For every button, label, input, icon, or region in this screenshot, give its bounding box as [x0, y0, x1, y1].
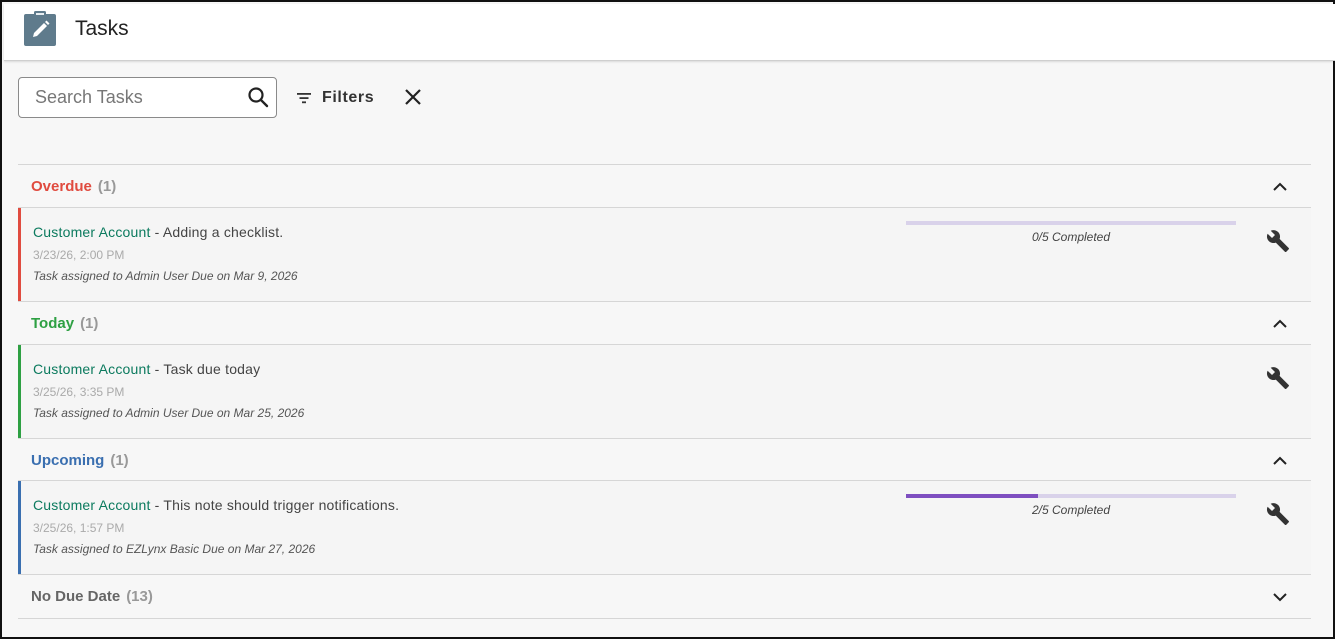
status-bar — [18, 481, 21, 574]
close-icon[interactable] — [402, 86, 424, 108]
section-label: No Due Date — [31, 587, 121, 605]
app-window: Tasks Filters Overdue (1) Customer Accou… — [0, 0, 1335, 639]
checklist-progress: 2/5 Completed — [906, 494, 1236, 517]
filters-button[interactable]: Filters — [295, 86, 374, 110]
task-subject: - This note should trigger notifications… — [150, 497, 400, 513]
page-title: Tasks — [75, 17, 129, 40]
section-label: Today — [31, 314, 75, 332]
chevron-up-icon[interactable] — [1271, 178, 1289, 196]
section-count: (1) — [80, 314, 99, 332]
section-count: (13) — [126, 587, 153, 605]
task-card[interactable]: Customer Account - This note should trig… — [18, 480, 1311, 574]
task-assignment: Task assigned to EZLynx Basic Due on Mar… — [33, 542, 316, 556]
wrench-icon[interactable] — [1266, 502, 1290, 526]
task-card[interactable]: Customer Account - Adding a checklist. 3… — [18, 207, 1311, 301]
section-count: (1) — [110, 451, 129, 469]
chevron-up-icon[interactable] — [1271, 315, 1289, 333]
task-card[interactable]: Customer Account - Task due today 3/25/2… — [18, 344, 1311, 438]
chevron-down-icon[interactable] — [1271, 588, 1289, 606]
filter-list-icon — [297, 93, 311, 104]
progress-track — [906, 494, 1236, 498]
task-title: Customer Account - This note should trig… — [33, 497, 399, 513]
divider — [18, 618, 1311, 619]
checklist-progress: 0/5 Completed — [906, 221, 1236, 244]
task-subject: - Adding a checklist. — [150, 224, 284, 240]
task-title: Customer Account - Task due today — [33, 361, 260, 377]
progress-fill — [906, 494, 1038, 498]
task-assignment: Task assigned to Admin User Due on Mar 2… — [33, 406, 305, 420]
status-bar — [18, 208, 21, 301]
task-subject: - Task due today — [150, 361, 261, 377]
chevron-up-icon[interactable] — [1271, 452, 1289, 470]
task-assignment: Task assigned to Admin User Due on Mar 9… — [33, 269, 298, 283]
status-bar — [18, 345, 21, 438]
section-header-upcoming[interactable]: Upcoming (1) — [18, 438, 1311, 481]
wrench-icon[interactable] — [1266, 229, 1290, 253]
search-icon[interactable] — [246, 85, 270, 109]
section-header-today[interactable]: Today (1) — [18, 301, 1311, 344]
search-input[interactable] — [20, 79, 240, 116]
task-title: Customer Account - Adding a checklist. — [33, 224, 283, 240]
account-link[interactable]: Customer Account — [33, 497, 151, 513]
account-link[interactable]: Customer Account — [33, 224, 151, 240]
filters-label: Filters — [322, 89, 375, 106]
page-header: Tasks — [4, 4, 1335, 61]
task-date: 3/25/26, 3:35 PM — [33, 385, 125, 399]
account-link[interactable]: Customer Account — [33, 361, 151, 377]
section-header-overdue[interactable]: Overdue (1) — [18, 164, 1311, 207]
progress-track — [906, 221, 1236, 225]
search-box[interactable] — [18, 77, 277, 118]
task-date: 3/23/26, 2:00 PM — [33, 248, 125, 262]
clipboard-edit-icon — [24, 11, 56, 46]
section-header-no-due-date[interactable]: No Due Date (13) — [18, 574, 1311, 617]
section-label: Overdue — [31, 177, 92, 195]
progress-text: 0/5 Completed — [1031, 230, 1111, 244]
task-date: 3/25/26, 1:57 PM — [33, 521, 125, 535]
progress-text: 2/5 Completed — [1031, 503, 1111, 517]
section-label: Upcoming — [31, 451, 105, 469]
wrench-icon[interactable] — [1266, 366, 1290, 390]
section-count: (1) — [97, 177, 117, 195]
